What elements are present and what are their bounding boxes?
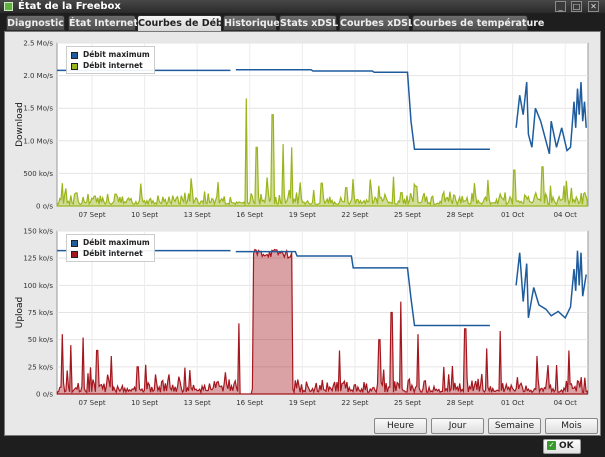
x-tick-label: 10 Sept (131, 399, 158, 407)
legend-swatch-max (71, 239, 78, 247)
tab-courbes-temperature[interactable]: Courbes de température (412, 15, 544, 31)
legend-item-traffic: Débit internet (71, 60, 150, 71)
range-month-button[interactable]: Mois (545, 418, 598, 434)
y-axis-title: Upload (15, 297, 25, 329)
window-title: État de la Freebox (18, 1, 121, 12)
range-day-button[interactable]: Jour (431, 418, 484, 434)
legend-label-traffic: Débit internet (83, 61, 143, 70)
title-bar: État de la Freebox _ □ ✕ (0, 0, 605, 13)
ok-button[interactable]: ✓ OK (543, 439, 581, 454)
maximize-button[interactable]: □ (571, 1, 582, 12)
upload-chart: 0 o/s 25 ko/s 50 ko/s 75 ko/s 100 ko/s 125 ko… (10, 224, 600, 410)
x-tick-label: 28 Sept (447, 399, 474, 407)
y-tick-label: 2.0 Mo/s (23, 72, 53, 80)
y-tick-label: 1.5 Mo/s (23, 105, 53, 113)
x-tick-label: 16 Sept (236, 399, 263, 407)
x-tick-label: 01 Oct (501, 211, 524, 219)
x-tick-label: 07 Sept (79, 211, 106, 219)
range-week-button[interactable]: Semaine (488, 418, 541, 434)
tab-diagnostic[interactable]: Diagnostic (6, 15, 65, 31)
x-tick-label: 01 Oct (501, 399, 524, 407)
minimize-button[interactable]: _ (555, 1, 566, 12)
ok-label: OK (559, 441, 574, 451)
main-panel: 0 o/s 500 ko/s 1.0 Mo/s 1.5 Mo/s 2.0 Mo/s 2.5… (4, 31, 601, 436)
close-button[interactable]: ✕ (588, 1, 599, 12)
legend-swatch-max (71, 51, 78, 59)
legend-item-max: Débit maximum (71, 49, 150, 60)
tab-historique[interactable]: Historique (223, 15, 280, 31)
legend-swatch-traffic (71, 250, 78, 258)
download-legend: Débit maximum Débit internet (66, 46, 155, 74)
legend-item-max: Débit maximum (71, 237, 150, 248)
app-icon (4, 2, 13, 11)
y-tick-label: 1.0 Mo/s (23, 137, 53, 145)
y-tick-label: 50 ko/s (28, 336, 54, 344)
y-tick-label: 0 o/s (36, 391, 53, 399)
legend-item-traffic: Débit internet (71, 248, 150, 259)
tab-stats-xdsl[interactable]: Stats xDSL (279, 15, 338, 31)
legend-label-traffic: Débit internet (83, 249, 143, 258)
y-tick-label: 2.5 Mo/s (23, 40, 53, 48)
y-tick-label: 75 ko/s (28, 309, 54, 317)
y-tick-label: 150 ko/s (23, 228, 53, 236)
x-tick-label: 07 Sept (79, 399, 106, 407)
x-tick-label: 13 Sept (184, 211, 211, 219)
x-tick-label: 19 Sept (289, 399, 316, 407)
x-tick-label: 28 Sept (447, 211, 474, 219)
legend-swatch-traffic (71, 62, 78, 70)
check-icon: ✓ (547, 441, 556, 450)
x-tick-label: 25 Sept (394, 211, 421, 219)
x-tick-label: 04 Oct (554, 211, 577, 219)
upload-legend: Débit maximum Débit internet (66, 234, 155, 262)
tab-courbes-xdsl[interactable]: Courbes xDSL (339, 15, 414, 31)
legend-label-max: Débit maximum (83, 50, 150, 59)
y-axis-title: Download (15, 102, 25, 147)
y-tick-label: 25 ko/s (28, 363, 54, 371)
x-tick-label: 04 Oct (554, 399, 577, 407)
legend-label-max: Débit maximum (83, 238, 150, 247)
x-tick-label: 19 Sept (289, 211, 316, 219)
download-chart: 0 o/s 500 ko/s 1.0 Mo/s 1.5 Mo/s 2.0 Mo/s 2.5… (10, 36, 600, 222)
y-tick-label: 0 o/s (36, 203, 53, 211)
y-tick-label: 500 ko/s (23, 170, 53, 178)
x-tick-label: 13 Sept (184, 399, 211, 407)
x-tick-label: 22 Sept (341, 211, 368, 219)
x-tick-label: 16 Sept (236, 211, 263, 219)
range-hour-button[interactable]: Heure (374, 418, 427, 434)
tab-courbes-de-debit[interactable]: Courbes de Débit (137, 15, 231, 32)
x-tick-label: 25 Sept (394, 399, 421, 407)
y-tick-label: 100 ko/s (23, 282, 53, 290)
tab-etat-internet[interactable]: État Internet (68, 15, 138, 31)
x-tick-label: 22 Sept (341, 399, 368, 407)
y-tick-label: 125 ko/s (23, 255, 53, 263)
x-tick-label: 10 Sept (131, 211, 158, 219)
